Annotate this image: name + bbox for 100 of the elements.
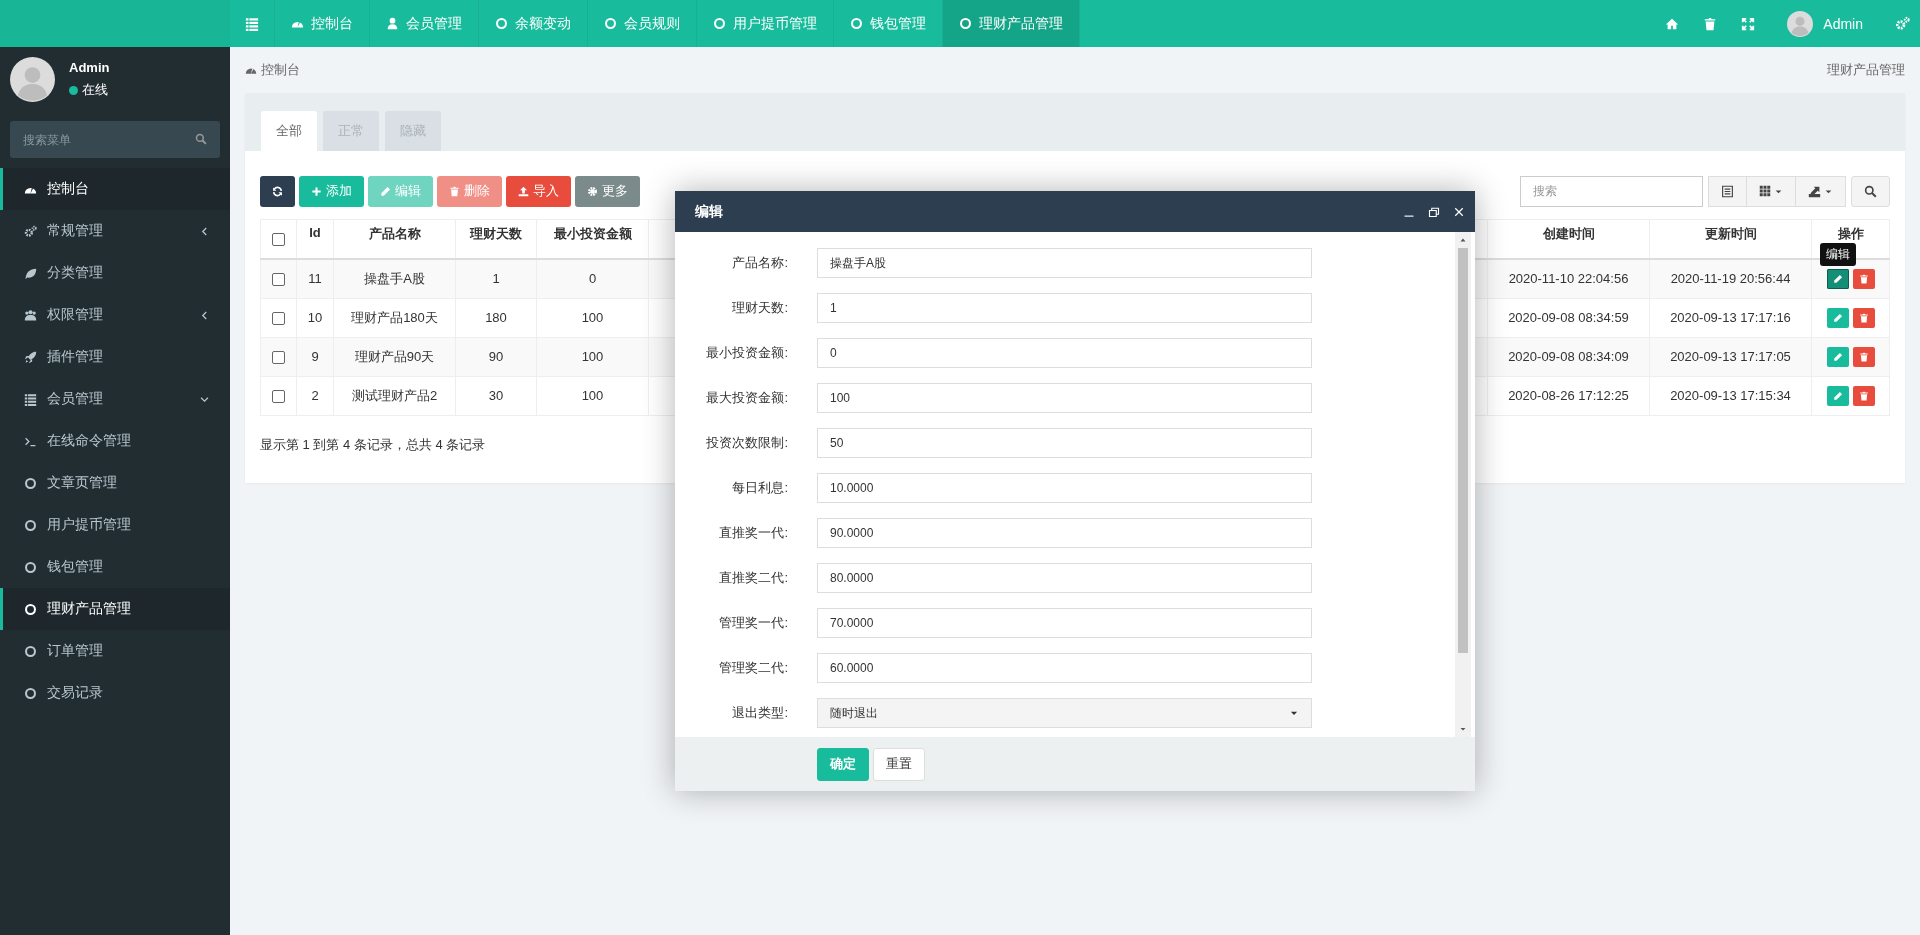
checkbox[interactable] xyxy=(272,273,285,287)
menu-icon xyxy=(245,16,259,31)
circle-icon xyxy=(850,17,863,30)
user-icon xyxy=(386,17,399,30)
export-button[interactable] xyxy=(1795,175,1846,207)
refresh-button[interactable] xyxy=(260,175,295,207)
delete-button[interactable] xyxy=(1852,268,1875,289)
checkbox[interactable] xyxy=(272,351,285,365)
input-field[interactable]: 100 xyxy=(817,383,1312,413)
sidebar-item[interactable]: 交易记录 xyxy=(0,672,230,714)
reset-button[interactable]: 重置 xyxy=(873,747,925,781)
table-cell: 2020-09-13 17:17:05 xyxy=(1670,349,1791,364)
sidebar-item[interactable]: 在线命令管理 xyxy=(0,420,230,462)
sidebar-item[interactable]: 分类管理 xyxy=(0,252,230,294)
table-cell: 180 xyxy=(485,310,507,325)
dialog-title: 编辑 xyxy=(695,202,723,221)
upload-icon xyxy=(518,185,529,197)
delete-button[interactable] xyxy=(1852,385,1875,406)
table-cell: 1 xyxy=(492,271,500,286)
input-field[interactable]: 50 xyxy=(817,428,1312,458)
more-button[interactable]: 更多 xyxy=(575,175,640,207)
search-field[interactable]: 搜索 xyxy=(1520,175,1703,207)
input-field[interactable]: 操盘手A股 xyxy=(817,248,1312,278)
input-field[interactable]: 70.0000 xyxy=(817,608,1312,638)
sidebar-item[interactable]: 文章页管理 xyxy=(0,462,230,504)
circle-icon xyxy=(495,17,508,30)
trash-icon xyxy=(449,185,460,197)
search-icon xyxy=(1864,184,1877,198)
checkbox[interactable] xyxy=(272,312,285,326)
scroll-up-icon xyxy=(1459,236,1467,244)
table-cell: 2020-09-13 17:17:16 xyxy=(1670,310,1791,325)
trash-icon xyxy=(1858,312,1869,323)
gear-icon xyxy=(587,185,598,197)
checkbox[interactable] xyxy=(272,390,285,404)
circle-icon xyxy=(604,17,617,30)
input-field[interactable]: 90.0000 xyxy=(817,518,1312,548)
table-cell: 30 xyxy=(488,388,504,403)
input-field[interactable]: 60.0000 xyxy=(817,653,1312,683)
sidebar-item[interactable]: 控制台 xyxy=(0,168,230,210)
sidebar-item[interactable]: 订单管理 xyxy=(0,630,230,672)
view-toggle-button[interactable] xyxy=(1708,175,1747,207)
field-label: 管理奖一代: xyxy=(718,614,788,632)
sidebar-item[interactable]: 会员管理 xyxy=(0,378,230,420)
sidebar-item[interactable]: 插件管理 xyxy=(0,336,230,378)
field-label: 每日利息: xyxy=(731,479,788,497)
sidebar-item[interactable]: 理财产品管理 xyxy=(0,588,230,630)
tab[interactable]: 全部 xyxy=(261,111,317,151)
column-header: 创建时间 xyxy=(1542,226,1595,241)
input-field[interactable]: 1 xyxy=(817,293,1312,323)
table-cell: 100 xyxy=(581,349,604,364)
circle-icon xyxy=(24,644,37,658)
list-icon xyxy=(24,392,37,406)
table-cell: 操盘手A股 xyxy=(364,270,425,286)
table-cell: 100 xyxy=(581,388,604,403)
table-cell: 10 xyxy=(307,310,323,325)
sidebar-item[interactable]: 权限管理 xyxy=(0,294,230,336)
delete-button[interactable] xyxy=(1852,307,1875,328)
restore-icon[interactable] xyxy=(1428,205,1440,218)
table-cell: 2020-09-13 17:15:34 xyxy=(1670,388,1791,403)
columns-button[interactable] xyxy=(1746,175,1796,207)
input-field[interactable]: 80.0000 xyxy=(817,563,1312,593)
column-header: 最小投资金额 xyxy=(553,226,632,241)
column-header: 操作 xyxy=(1837,226,1864,241)
select-field[interactable]: 随时退出 xyxy=(817,698,1312,728)
pencil-icon xyxy=(1832,351,1843,362)
table-cell: 100 xyxy=(581,310,604,325)
search-icon xyxy=(195,133,207,145)
close-icon[interactable] xyxy=(1453,205,1465,218)
breadcrumb-link[interactable]: 控制台 xyxy=(261,61,300,79)
leaf-icon xyxy=(24,266,37,280)
search-button[interactable] xyxy=(1851,175,1890,207)
table-cell: 2020-11-19 20:56:44 xyxy=(1670,271,1791,286)
table-cell: 理财产品90天 xyxy=(354,348,435,364)
sidebar-item[interactable]: 用户提币管理 xyxy=(0,504,230,546)
input-field[interactable]: 0 xyxy=(817,338,1312,368)
delete-button[interactable] xyxy=(1852,346,1875,367)
table-cell: 2 xyxy=(311,388,319,403)
menu-search-field[interactable]: 搜索菜单 xyxy=(10,121,220,158)
sidebar-item[interactable]: 钱包管理 xyxy=(0,546,230,588)
edit-button[interactable] xyxy=(1826,268,1849,289)
import-button[interactable]: 导入 xyxy=(506,175,571,207)
input-field[interactable]: 10.0000 xyxy=(817,473,1312,503)
avatar xyxy=(10,57,55,102)
table-icon xyxy=(1721,184,1734,198)
column-header: 理财天数 xyxy=(470,226,522,241)
checkbox[interactable] xyxy=(272,233,285,247)
field-label: 理财天数: xyxy=(731,299,788,317)
circle-icon xyxy=(24,602,37,616)
user-status: 在线 xyxy=(82,81,108,99)
export-icon xyxy=(1808,184,1821,198)
circle-icon xyxy=(24,560,37,574)
table-cell: 0 xyxy=(588,271,597,286)
field-label: 投资次数限制: xyxy=(705,434,788,452)
tooltip: 编辑 xyxy=(1819,242,1856,266)
pencil-icon xyxy=(1832,273,1843,284)
sidebar-item[interactable]: 常规管理 xyxy=(0,210,230,252)
rocket-icon xyxy=(24,350,37,364)
grid-icon xyxy=(1759,185,1771,197)
scrollbar[interactable] xyxy=(1455,232,1471,737)
table-cell: 2020-08-26 17:12:25 xyxy=(1508,388,1629,403)
